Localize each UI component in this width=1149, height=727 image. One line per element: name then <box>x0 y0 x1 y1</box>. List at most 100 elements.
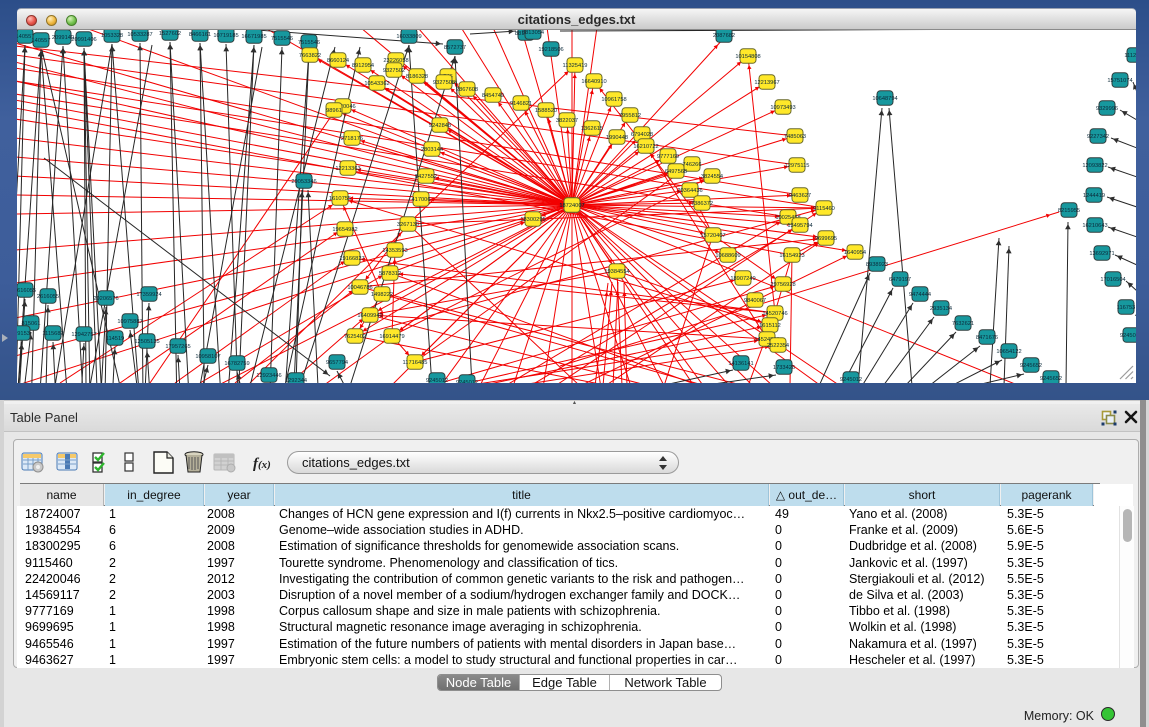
svg-text:6794028: 6794028 <box>631 132 653 138</box>
svg-text:1498222: 1498222 <box>371 292 393 298</box>
svg-text:8912954: 8912954 <box>352 63 374 69</box>
svg-text:417006: 417006 <box>412 197 431 203</box>
svg-text:2935134: 2935134 <box>930 306 952 312</box>
svg-text:114519: 114519 <box>106 336 125 342</box>
svg-text:9840067: 9840067 <box>744 298 766 304</box>
svg-text:19218506: 19218506 <box>538 47 563 53</box>
svg-text:19654982: 19654982 <box>332 227 357 233</box>
svg-text:3267130: 3267130 <box>397 222 419 228</box>
svg-text:11325419: 11325419 <box>563 63 588 69</box>
svg-text:10046786: 10046786 <box>347 285 372 291</box>
svg-text:9115460: 9115460 <box>813 206 835 212</box>
svg-text:7485063: 7485063 <box>784 134 806 140</box>
svg-text:1610755: 1610755 <box>329 196 351 202</box>
svg-text:10154808: 10154808 <box>735 54 760 60</box>
svg-text:16782759: 16782759 <box>224 361 249 367</box>
svg-text:7632621: 7632621 <box>952 321 974 327</box>
svg-text:29756928: 29756928 <box>770 282 795 288</box>
svg-text:12213967: 12213967 <box>754 80 779 86</box>
svg-text:2616055: 2616055 <box>17 288 36 294</box>
svg-text:10654122: 10654122 <box>996 349 1021 355</box>
svg-text:7663822: 7663822 <box>299 53 321 59</box>
svg-text:1588520: 1588520 <box>535 108 557 114</box>
svg-text:20206576: 20206576 <box>93 296 118 302</box>
svg-text:9657794: 9657794 <box>326 360 348 366</box>
svg-text:f(x): f(x) <box>253 456 271 472</box>
svg-text:12942757: 12942757 <box>71 332 96 338</box>
svg-text:18724007: 18724007 <box>559 203 584 209</box>
svg-text:10961758: 10961758 <box>601 97 626 103</box>
svg-text:10688609: 10688609 <box>715 253 740 259</box>
svg-text:13692971: 13692971 <box>1089 251 1114 257</box>
svg-text:2803144: 2803144 <box>421 147 443 153</box>
svg-text:12923446: 12923446 <box>256 373 281 379</box>
svg-text:11716485: 11716485 <box>403 360 428 366</box>
svg-text:16210722: 16210722 <box>633 144 658 150</box>
svg-text:2616055: 2616055 <box>37 294 59 300</box>
svg-text:9329996: 9329996 <box>1096 106 1118 112</box>
svg-text:1362615: 1362615 <box>581 126 603 132</box>
svg-text:19166827: 19166827 <box>339 256 364 262</box>
svg-text:9245012: 9245012 <box>456 380 478 383</box>
svg-text:12505135: 12505135 <box>134 339 159 345</box>
svg-text:1615112: 1615112 <box>759 323 781 329</box>
svg-text:16154923: 16154923 <box>779 253 804 259</box>
svg-text:2522354: 2522354 <box>767 343 789 349</box>
svg-text:7515546: 7515546 <box>271 36 293 42</box>
svg-text:10973493: 10973493 <box>770 105 795 111</box>
svg-text:9242848: 9242848 <box>429 123 451 129</box>
svg-text:12213363: 12213363 <box>335 166 360 172</box>
svg-text:1244419: 1244419 <box>1083 193 1105 199</box>
svg-text:10719185: 10719185 <box>213 33 238 39</box>
svg-text:8215955: 8215955 <box>1058 208 1080 214</box>
svg-text:6497568: 6497568 <box>665 169 687 175</box>
svg-text:1115682: 1115682 <box>42 331 63 337</box>
svg-text:17016504: 17016504 <box>1100 277 1125 283</box>
svg-text:18907249: 18907249 <box>730 276 755 282</box>
svg-text:16671985: 16671985 <box>241 34 266 40</box>
svg-text:9463627: 9463627 <box>789 193 811 199</box>
svg-text:1640954: 1640954 <box>844 250 866 256</box>
svg-text:13495794: 13495794 <box>787 223 812 229</box>
svg-text:116753: 116753 <box>1117 305 1136 311</box>
svg-text:746266: 746266 <box>683 162 702 168</box>
svg-text:8471676: 8471676 <box>976 335 998 341</box>
svg-text:2867608: 2867608 <box>456 87 478 93</box>
svg-text:8454749: 8454749 <box>482 93 504 99</box>
svg-text:10975887: 10975887 <box>117 319 142 325</box>
svg-text:16033809: 16033809 <box>396 34 421 40</box>
svg-text:9777169: 9777169 <box>657 154 679 160</box>
svg-text:1112503: 1112503 <box>1124 53 1136 59</box>
svg-text:5878312: 5878312 <box>379 271 401 277</box>
svg-text:10543362: 10543362 <box>364 81 389 87</box>
svg-text:10958107: 10958107 <box>195 354 220 360</box>
svg-text:8186328: 8186328 <box>406 74 428 80</box>
svg-text:2087682: 2087682 <box>713 33 735 39</box>
svg-text:9146821: 9146821 <box>510 101 532 107</box>
svg-text:16640910: 16640910 <box>581 79 606 85</box>
svg-text:98961: 98961 <box>326 108 342 114</box>
svg-text:14353593: 14353593 <box>382 248 407 254</box>
svg-text:1292344: 1292344 <box>285 378 307 383</box>
svg-text:7515546: 7515546 <box>298 40 320 46</box>
svg-text:7386372: 7386372 <box>691 201 713 207</box>
svg-text:9245652: 9245652 <box>1040 376 1062 382</box>
svg-text:8572737: 8572737 <box>444 45 466 51</box>
svg-text:17957265: 17957265 <box>165 344 190 350</box>
svg-text:8813054: 8813054 <box>522 30 544 36</box>
svg-text:16914479: 16914479 <box>379 334 404 340</box>
svg-text:29053346: 29053346 <box>291 179 316 185</box>
svg-text:9245012: 9245012 <box>840 377 862 383</box>
svg-text:6479197: 6479197 <box>889 277 911 283</box>
svg-text:16409949: 16409949 <box>357 313 382 319</box>
svg-text:9245012: 9245012 <box>426 378 448 383</box>
svg-text:140557: 140557 <box>32 38 51 44</box>
svg-text:9474444: 9474444 <box>909 292 931 298</box>
svg-text:9327508: 9327508 <box>433 80 455 86</box>
svg-text:7955812: 7955812 <box>619 113 641 119</box>
svg-text:7625402: 7625402 <box>344 334 366 340</box>
svg-text:9327502: 9327502 <box>383 68 405 74</box>
svg-text:12093822: 12093822 <box>1082 163 1107 169</box>
svg-text:19384554: 19384554 <box>604 269 629 275</box>
svg-text:20364436: 20364436 <box>677 188 702 194</box>
